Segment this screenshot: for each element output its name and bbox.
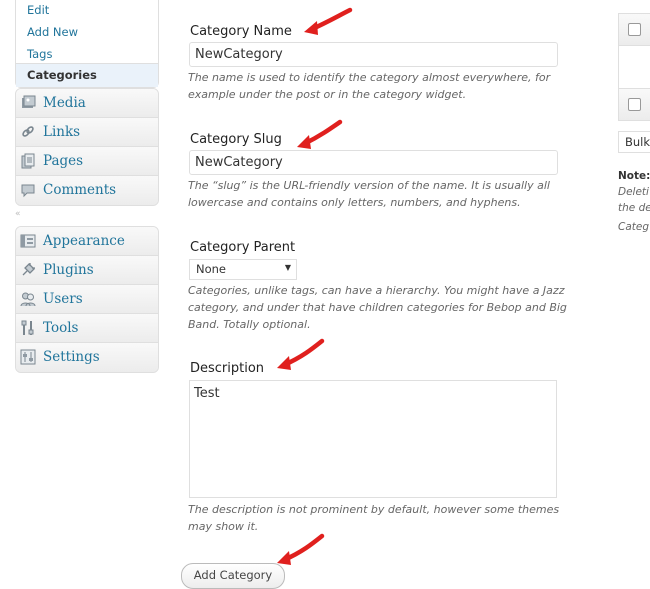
annotation-arrow-icon bbox=[277, 533, 325, 565]
menu-item-comments-label: Comments bbox=[43, 182, 117, 198]
menu-item-settings-label: Settings bbox=[43, 349, 100, 365]
annotation-arrow-icon bbox=[297, 119, 343, 149]
annotation-arrow-icon bbox=[277, 338, 325, 370]
category-parent-label: Category Parent bbox=[190, 240, 296, 255]
tools-icon bbox=[21, 320, 34, 335]
posts-submenu: Edit Add New Tags Categories bbox=[15, 0, 159, 88]
menu-item-users[interactable]: Users bbox=[16, 285, 158, 314]
category-slug-label: Category Slug bbox=[190, 132, 282, 147]
menu-item-media[interactable]: Media bbox=[16, 89, 158, 118]
description-text: Test bbox=[194, 386, 220, 401]
chevron-down-icon: ▼ bbox=[284, 263, 291, 272]
category-slug-input[interactable] bbox=[189, 150, 558, 175]
menu-item-links-label: Links bbox=[43, 124, 81, 140]
menu-item-users-label: Users bbox=[43, 291, 83, 307]
add-category-button[interactable]: Add Category bbox=[181, 563, 285, 589]
menu-item-appearance-label: Appearance bbox=[43, 233, 125, 249]
category-name-label: Category Name bbox=[190, 24, 292, 39]
menu-collapse-toggle[interactable]: « bbox=[15, 209, 21, 219]
appearance-icon bbox=[20, 234, 36, 248]
category-slug-help: The “slug” is the URL-friendly version o… bbox=[188, 179, 550, 209]
menu-group-settings: Appearance Plugins Users Tools Settings bbox=[15, 226, 159, 373]
menu-item-pages[interactable]: Pages bbox=[16, 147, 158, 176]
menu-item-pages-label: Pages bbox=[43, 153, 84, 169]
table-footer bbox=[619, 88, 650, 120]
menu-item-tools-label: Tools bbox=[43, 320, 79, 336]
submenu-item-add-new[interactable]: Add New bbox=[27, 25, 78, 39]
submenu-item-categories[interactable]: Categories bbox=[16, 63, 158, 87]
description-textarea[interactable]: Test bbox=[189, 380, 557, 498]
menu-item-plugins[interactable]: Plugins bbox=[16, 256, 158, 285]
comments-icon bbox=[21, 184, 35, 198]
menu-item-tools[interactable]: Tools bbox=[16, 314, 158, 343]
table-header bbox=[619, 14, 650, 46]
users-icon bbox=[20, 292, 36, 307]
media-icon bbox=[22, 95, 36, 108]
category-name-input[interactable] bbox=[189, 42, 558, 67]
menu-item-media-label: Media bbox=[43, 95, 86, 111]
category-parent-help: Categories, unlike tags, can have a hier… bbox=[188, 284, 567, 331]
annotation-arrow-icon bbox=[304, 7, 353, 35]
plugins-icon bbox=[22, 263, 35, 276]
menu-item-plugins-label: Plugins bbox=[43, 262, 94, 278]
category-parent-value: None bbox=[196, 262, 227, 276]
note-line: Deleti bbox=[618, 186, 649, 198]
menu-item-comments[interactable]: Comments bbox=[16, 176, 158, 205]
submenu-item-tags[interactable]: Tags bbox=[27, 47, 52, 61]
menu-group-content: Media Links Pages Comments bbox=[15, 88, 159, 206]
menu-item-settings[interactable]: Settings bbox=[16, 343, 158, 372]
description-help: The description is not prominent by defa… bbox=[188, 503, 560, 533]
description-label: Description bbox=[190, 361, 265, 376]
category-parent-select[interactable]: None ▼ bbox=[189, 259, 297, 280]
note-tail: Categ bbox=[618, 221, 650, 233]
note-heading: Note: bbox=[618, 170, 650, 182]
select-all-checkbox[interactable] bbox=[628, 23, 641, 36]
select-all-checkbox-footer[interactable] bbox=[628, 98, 641, 111]
menu-item-links[interactable]: Links bbox=[16, 118, 158, 147]
bulk-actions-select[interactable]: Bulk bbox=[618, 131, 650, 153]
settings-icon bbox=[20, 349, 36, 365]
category-name-help: The name is used to identify the categor… bbox=[188, 71, 551, 101]
pages-icon bbox=[21, 153, 35, 169]
submenu-item-categories-label: Categories bbox=[27, 68, 97, 82]
menu-item-appearance[interactable]: Appearance bbox=[16, 227, 158, 256]
links-icon bbox=[22, 126, 34, 137]
submenu-item-edit[interactable]: Edit bbox=[27, 3, 49, 17]
note-line: the de bbox=[618, 202, 650, 214]
categories-table bbox=[618, 13, 650, 121]
